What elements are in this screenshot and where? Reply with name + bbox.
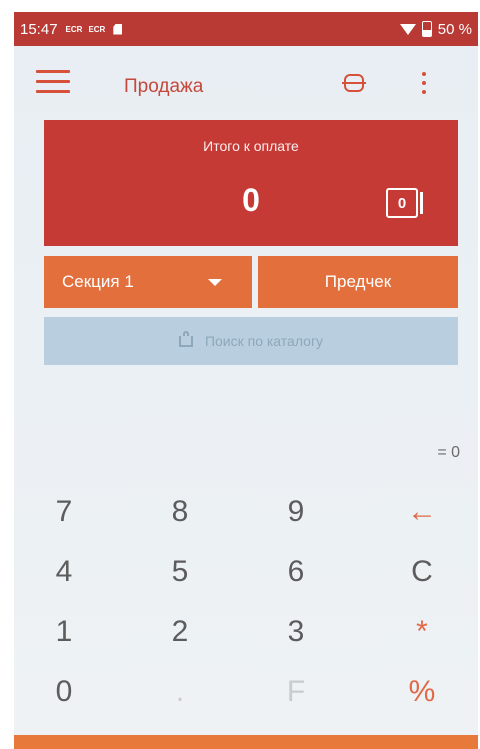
status-ecr-indicator: ECR (88, 24, 106, 34)
total-panel: Итого к оплате 0 0 (44, 120, 458, 246)
key-f[interactable]: F (256, 667, 336, 717)
barcode-scan-icon[interactable] (342, 74, 366, 92)
catalog-search-label: Поиск по каталогу (204, 333, 324, 349)
battery-percent: 50 % (437, 20, 472, 38)
key-decimal[interactable]: . (140, 667, 220, 717)
bottom-bar (14, 735, 478, 749)
total-label: Итого к оплате (203, 138, 299, 154)
caret-down-icon (208, 278, 222, 286)
section-dropdown[interactable]: Секция 1 (44, 256, 252, 308)
key-2[interactable]: 2 (140, 607, 220, 657)
item-count-button[interactable]: 0 (386, 188, 423, 218)
status-bar: 15:47 ECR ECR 50 % (14, 12, 478, 46)
battery-icon (421, 21, 432, 37)
page-title: Продажа (124, 76, 204, 97)
more-vert-icon[interactable] (422, 72, 426, 99)
action-buttons: Секция 1 Предчек (44, 256, 458, 308)
key-6[interactable]: 6 (256, 547, 336, 597)
app-toolbar: Продажа (14, 46, 478, 116)
status-time: 15:47 (20, 20, 58, 38)
key-9[interactable]: 9 (256, 487, 336, 537)
key-8[interactable]: 8 (140, 487, 220, 537)
phone-screen: 15:47 ECR ECR 50 % Продажа Итого к оплат… (14, 12, 478, 749)
status-ecr-indicator: ECR (65, 24, 83, 34)
key-4[interactable]: 4 (24, 547, 104, 597)
sim-card-icon (113, 23, 123, 35)
key-5[interactable]: 5 (140, 547, 220, 597)
menu-icon[interactable] (36, 70, 70, 94)
catalog-search-button[interactable]: Поиск по каталогу (44, 317, 458, 365)
key-3[interactable]: 3 (256, 607, 336, 657)
precheck-button[interactable]: Предчек (258, 256, 458, 308)
key-backspace[interactable]: ← (382, 487, 462, 537)
section-label: Секция 1 (62, 272, 134, 291)
key-0[interactable]: 0 (24, 667, 104, 717)
wifi-icon (399, 23, 416, 35)
key-7[interactable]: 7 (24, 487, 104, 537)
key-multiply[interactable]: * (382, 607, 462, 657)
key-1[interactable]: 1 (24, 607, 104, 657)
basket-icon (178, 330, 193, 347)
calculation-expression: = 0 (437, 444, 460, 461)
key-percent[interactable]: % (382, 667, 462, 717)
key-clear[interactable]: C (382, 547, 462, 597)
